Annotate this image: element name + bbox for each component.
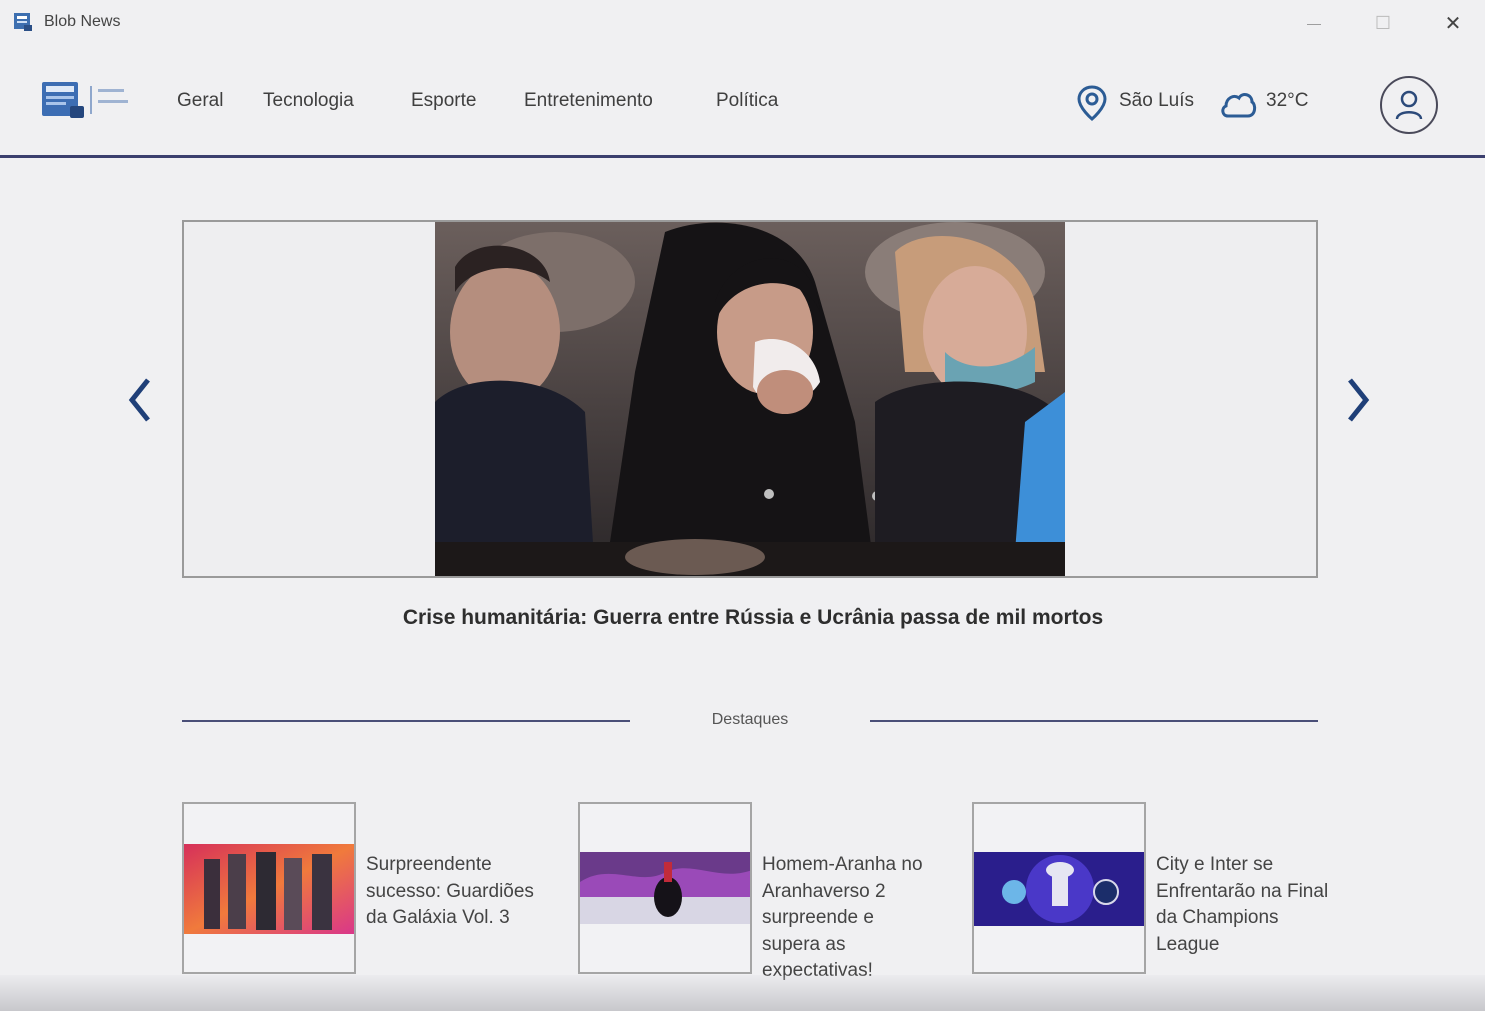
profile-button[interactable] [1380, 76, 1438, 134]
nav-item-tecnologia[interactable]: Tecnologia [263, 90, 354, 112]
nav-item-politica[interactable]: Política [716, 90, 778, 112]
highlight-card-thumbnail[interactable] [578, 802, 752, 974]
header-nav: Geral Tecnologia Esporte Entretenimento … [0, 46, 1485, 158]
divider-right [870, 720, 1318, 722]
window-title: Blob News [44, 13, 121, 30]
user-icon [1395, 90, 1423, 120]
nav-item-esporte[interactable]: Esporte [411, 90, 476, 112]
hero-headline[interactable]: Crise humanitária: Guerra entre Rússia e… [400, 604, 1106, 632]
hero-news-image[interactable] [435, 222, 1065, 576]
minimize-button[interactable]: — [1292, 8, 1336, 38]
chevron-left-icon[interactable] [120, 370, 160, 430]
nav-item-geral[interactable]: Geral [177, 90, 223, 112]
cloud-icon [1221, 93, 1257, 118]
location-pin-icon [1077, 85, 1107, 121]
highlight-card-thumbnail[interactable] [972, 802, 1146, 974]
highlight-card-title[interactable]: City e Inter se Enfrentarão na Final da … [1156, 852, 1331, 958]
section-label-destaques: Destaques [711, 711, 789, 728]
highlight-card-title[interactable]: Surpreendente sucesso: Guardiões da Galá… [366, 852, 541, 932]
highlight-card-thumbnail[interactable] [182, 802, 356, 974]
highlight-card-title[interactable]: Homem-Aranha no Aranhaverso 2 surpreende… [762, 852, 937, 985]
maximize-button[interactable]: ☐ [1361, 8, 1405, 38]
bottom-fade [0, 975, 1485, 1011]
blob-news-logo[interactable] [40, 76, 134, 126]
close-button[interactable]: ✕ [1431, 8, 1475, 38]
carousel-frame [182, 220, 1318, 578]
window-titlebar: Blob News — ☐ ✕ [0, 0, 1485, 46]
chevron-right-icon[interactable] [1338, 370, 1378, 430]
temperature: 32°C [1266, 90, 1309, 111]
nav-item-entretenimento[interactable]: Entretenimento [524, 90, 653, 112]
location-city: São Luís [1119, 90, 1194, 111]
app-icon [14, 13, 32, 31]
divider-left [182, 720, 630, 722]
